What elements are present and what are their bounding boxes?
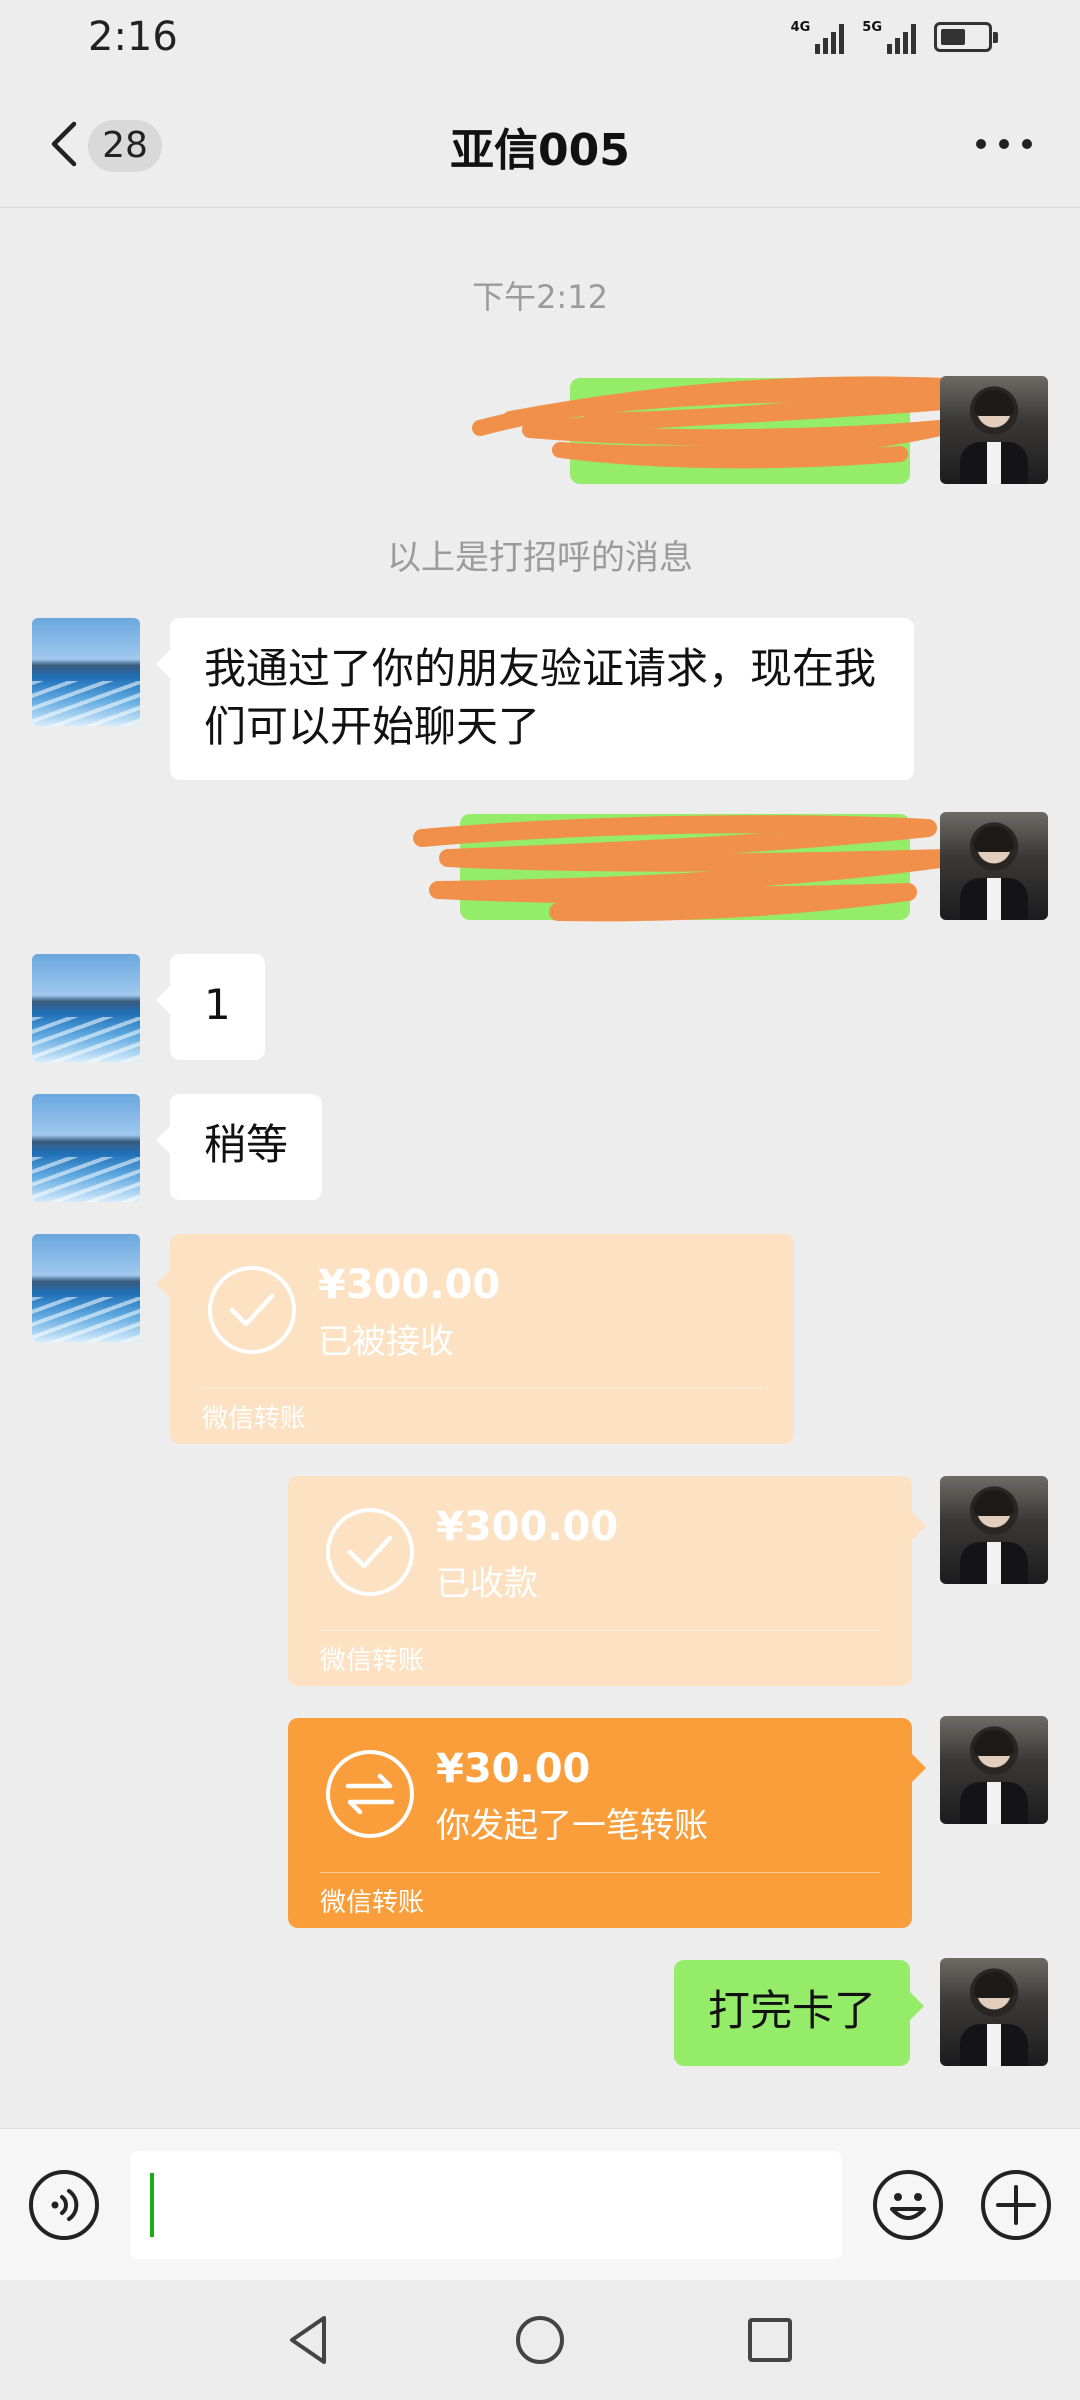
avatar-contact[interactable] — [32, 1234, 140, 1342]
transfer-card[interactable]: ¥300.00 已收款 微信转账 — [288, 1476, 926, 1686]
message-bubble-other[interactable]: 1 — [156, 954, 265, 1060]
system-notice: 以上是打招呼的消息 — [387, 538, 693, 578]
avatar-contact[interactable] — [32, 1094, 140, 1202]
transfer-card[interactable]: ¥30.00 你发起了一笔转账 微信转账 — [288, 1718, 926, 1928]
message-input[interactable] — [130, 2151, 842, 2259]
divider — [320, 1630, 880, 1631]
avatar-self[interactable] — [940, 1476, 1048, 1584]
transfer-amount: ¥300.00 — [436, 1504, 619, 1550]
chat-header: 28 亚信005 — [0, 80, 1080, 208]
input-bar — [0, 2128, 1080, 2280]
transfer-status: 已收款 — [436, 1564, 538, 1604]
network-type-label: 5G — [862, 20, 882, 35]
page-title: 亚信005 — [450, 125, 630, 176]
battery-icon — [934, 22, 998, 52]
signal-4g-icon: 4G — [791, 20, 845, 54]
voice-icon[interactable] — [28, 2169, 100, 2241]
status-icons: 4G 5G — [791, 20, 998, 54]
text-caret — [150, 2173, 154, 2237]
avatar-self[interactable] — [940, 1716, 1048, 1824]
status-time: 2:16 — [88, 14, 178, 60]
avatar-self[interactable] — [940, 1958, 1048, 2066]
transfer-status: 你发起了一笔转账 — [436, 1806, 708, 1846]
transfer-footer: 微信转账 — [202, 1404, 307, 1434]
nav-home-icon[interactable] — [508, 2308, 572, 2372]
transfer-footer: 微信转账 — [320, 1888, 425, 1918]
avatar-self[interactable] — [940, 812, 1048, 920]
message-bubble-self[interactable]: 打完卡了 — [673, 1960, 925, 2066]
nav-recents-icon[interactable] — [738, 2308, 802, 2372]
transfer-amount: ¥300.00 — [318, 1262, 501, 1308]
divider — [202, 1388, 762, 1389]
signal-5g-icon: 5G — [862, 20, 916, 54]
transfer-footer: 微信转账 — [320, 1646, 425, 1676]
redaction-scribble — [472, 376, 998, 469]
plus-icon[interactable] — [980, 2169, 1052, 2241]
avatar-contact[interactable] — [32, 618, 140, 726]
nav-back-icon[interactable] — [278, 2308, 342, 2372]
avatar-contact[interactable] — [32, 954, 140, 1062]
divider — [320, 1872, 880, 1873]
avatar-self[interactable] — [940, 376, 1048, 484]
status-bar: 2:16 4G 5G — [0, 0, 1080, 80]
transfer-status: 已被接收 — [318, 1322, 454, 1362]
check-circle-icon — [326, 1508, 414, 1596]
transfer-amount: ¥30.00 — [436, 1746, 591, 1792]
transfer-card[interactable]: ¥300.00 已被接收 微信转账 — [156, 1234, 794, 1444]
check-circle-icon — [208, 1266, 296, 1354]
redaction-scribble — [413, 815, 957, 922]
chat-timestamp: 下午2:12 — [472, 278, 608, 316]
system-nav-bar — [0, 2280, 1080, 2400]
network-type-label: 4G — [790, 20, 811, 35]
emoji-icon[interactable] — [872, 2169, 944, 2241]
message-bubble-other[interactable]: 稍等 — [155, 1094, 323, 1200]
more-dots-icon[interactable] — [976, 134, 1032, 154]
message-bubble-other[interactable]: 我通过了你的朋友验证请求，现在我们可以开始聊天了 — [156, 618, 914, 780]
transfer-arrows-icon — [326, 1750, 414, 1838]
